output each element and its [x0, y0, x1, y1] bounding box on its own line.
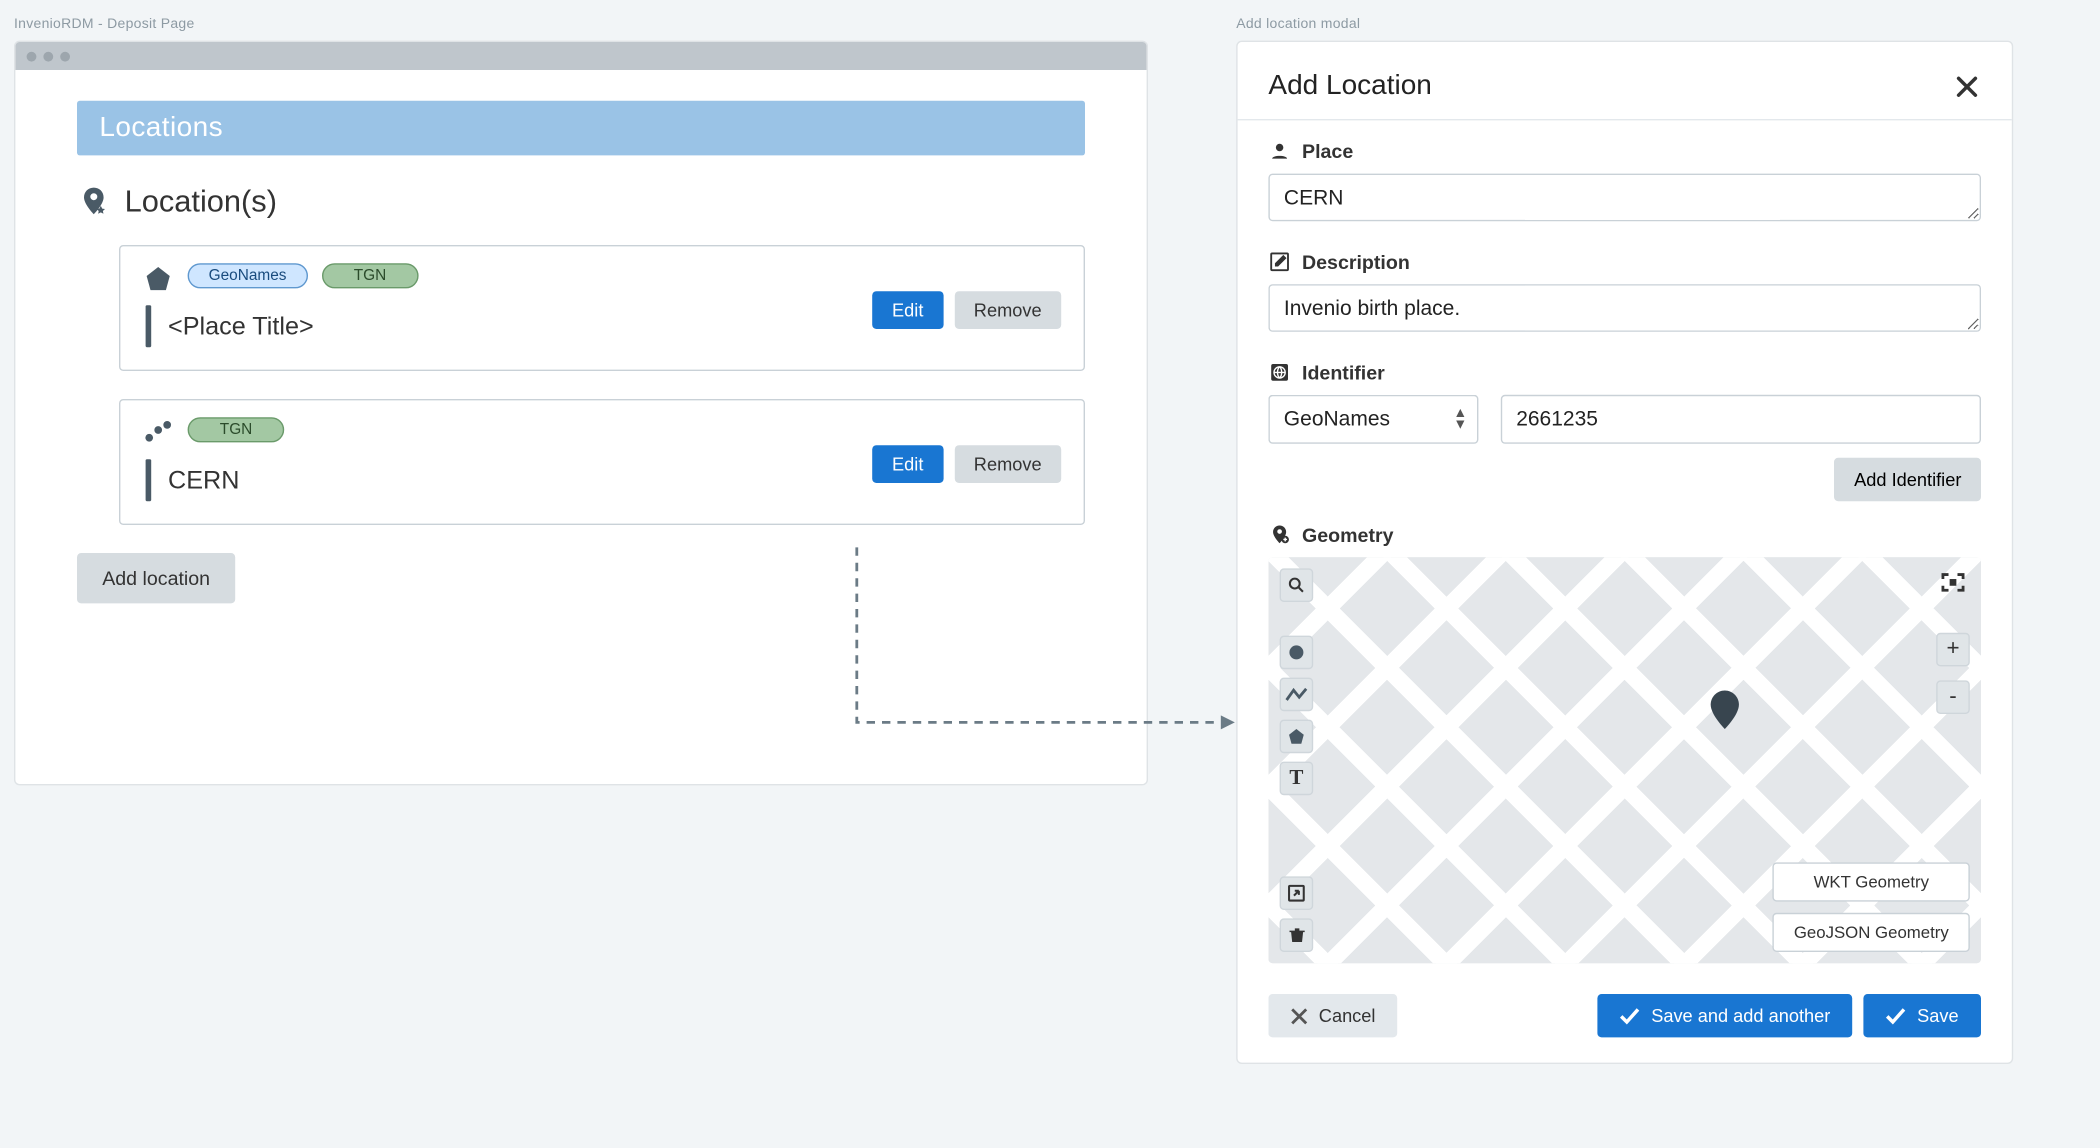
identifier-label-text: Identifier: [1302, 361, 1385, 383]
wkt-geometry-button[interactable]: WKT Geometry: [1773, 862, 1970, 901]
map-pin-plus-icon: [1268, 524, 1290, 546]
location-title: CERN: [168, 466, 239, 495]
description-label: Description: [1268, 251, 1981, 273]
place-label-text: Place: [1302, 140, 1353, 162]
map-draw-point-icon[interactable]: [1280, 636, 1314, 670]
map-zoom-in-button[interactable]: +: [1936, 633, 1970, 667]
geojson-geometry-button[interactable]: GeoJSON Geometry: [1773, 913, 1970, 952]
close-icon[interactable]: [1953, 72, 1981, 100]
map-trash-icon[interactable]: [1280, 918, 1314, 952]
title-bar-accent: [146, 459, 152, 501]
edit-button[interactable]: Edit: [872, 291, 943, 329]
place-label: Place: [1268, 140, 1981, 162]
identifier-scheme-select[interactable]: GeoNames: [1268, 395, 1478, 444]
location-title: <Place Title>: [168, 312, 314, 341]
description-input[interactable]: [1268, 284, 1981, 332]
section-header: Location(s): [77, 183, 1085, 219]
remove-button[interactable]: Remove: [954, 291, 1061, 329]
traffic-dot: [60, 51, 70, 61]
place-input[interactable]: [1268, 174, 1981, 222]
modal-title: Add Location: [1268, 70, 1431, 102]
add-identifier-button[interactable]: Add Identifier: [1835, 458, 1981, 501]
locations-banner: Locations: [77, 101, 1085, 156]
map-zoom-out-button[interactable]: -: [1936, 680, 1970, 714]
map-search-icon[interactable]: [1280, 568, 1314, 602]
check-icon: [1886, 1007, 1906, 1024]
identifier-label: Identifier: [1268, 361, 1981, 383]
tag-tgn: TGN: [188, 417, 285, 442]
multipoint-icon: [143, 417, 174, 448]
tag-geonames: GeoNames: [188, 263, 308, 288]
x-icon: [1291, 1007, 1308, 1024]
edit-square-icon: [1268, 251, 1290, 273]
left-caption: InvenioRDM - Deposit Page: [14, 17, 1148, 32]
polygon-icon: [143, 263, 174, 294]
map-export-icon[interactable]: [1280, 876, 1314, 910]
deposit-window: Locations Location(s) GeoNames TGN: [14, 41, 1148, 786]
save-label: Save: [1917, 1005, 1958, 1026]
geometry-label-text: Geometry: [1302, 524, 1394, 546]
divider: [1238, 119, 2012, 120]
save-button[interactable]: Save: [1864, 994, 1981, 1037]
location-card: GeoNames TGN Edit Remove <Place Title>: [119, 245, 1085, 371]
edit-button[interactable]: Edit: [872, 445, 943, 483]
map-draw-line-icon[interactable]: [1280, 678, 1314, 712]
section-title: Location(s): [125, 183, 277, 219]
map-fullscreen-icon[interactable]: [1936, 568, 1970, 596]
description-label-text: Description: [1302, 251, 1410, 273]
identifier-value-input[interactable]: [1501, 395, 1981, 444]
geometry-label: Geometry: [1268, 524, 1981, 546]
location-card: TGN Edit Remove CERN: [119, 399, 1085, 525]
title-bar-accent: [146, 305, 152, 347]
geometry-map[interactable]: T + - WKT Geometry GeoJSON Geometr: [1268, 557, 1981, 963]
remove-button[interactable]: Remove: [954, 445, 1061, 483]
right-caption: Add location modal: [1236, 17, 2013, 32]
map-pin-star-icon: [77, 185, 111, 219]
cancel-label: Cancel: [1319, 1005, 1376, 1026]
window-titlebar: [15, 42, 1146, 70]
check-icon: [1620, 1007, 1640, 1024]
traffic-dot: [43, 51, 53, 61]
map-draw-text-icon[interactable]: T: [1280, 762, 1314, 796]
map-pin-icon: [1709, 690, 1740, 729]
tag-tgn: TGN: [321, 263, 418, 288]
add-location-modal: Add Location Place Description: [1236, 41, 2013, 1064]
cancel-button[interactable]: Cancel: [1268, 994, 1397, 1037]
person-pin-icon: [1268, 140, 1290, 162]
save-and-add-another-button[interactable]: Save and add another: [1598, 994, 1853, 1037]
traffic-dot: [27, 51, 37, 61]
map-draw-polygon-icon[interactable]: [1280, 720, 1314, 754]
globe-icon: [1268, 361, 1290, 383]
add-location-button[interactable]: Add location: [77, 553, 235, 603]
save-add-another-label: Save and add another: [1651, 1005, 1830, 1026]
